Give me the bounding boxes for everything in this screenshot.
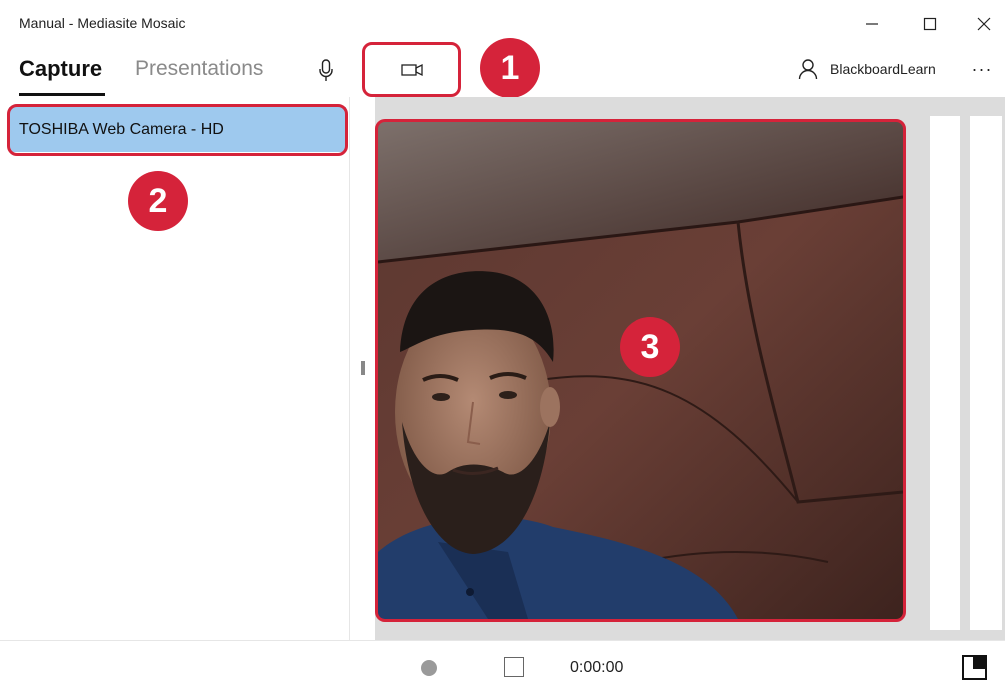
preview-side-panel (970, 116, 1002, 630)
annotation-badge-3: 3 (620, 317, 680, 377)
more-options-button[interactable]: ··· (966, 56, 998, 82)
audio-source-button[interactable] (306, 54, 346, 88)
camera-source-item[interactable]: TOSHIBA Web Camera - HD (9, 107, 346, 152)
annotation-badge-1: 1 (480, 38, 540, 98)
recording-timer: 0:00:00 (570, 659, 624, 676)
camera-source-label: TOSHIBA Web Camera - HD (19, 120, 224, 138)
tab-presentations[interactable]: Presentations (135, 57, 263, 81)
user-name[interactable]: BlackboardLearn (830, 61, 936, 77)
close-icon (977, 17, 991, 31)
annotation-badge-2: 2 (128, 171, 188, 231)
layout-icon (973, 657, 985, 669)
video-source-button[interactable] (362, 42, 461, 97)
layout-toggle-button[interactable] (962, 655, 987, 680)
stop-button[interactable] (504, 657, 524, 677)
user-icon[interactable] (798, 58, 818, 85)
bottom-toolbar (0, 640, 1005, 691)
panel-splitter-handle[interactable] (361, 361, 365, 375)
maximize-icon (923, 17, 937, 31)
close-button[interactable] (964, 8, 1004, 40)
minimize-button[interactable] (852, 8, 892, 40)
video-camera-icon (400, 63, 423, 76)
record-button[interactable] (421, 660, 437, 676)
minimize-icon (866, 23, 878, 25)
microphone-icon (319, 59, 333, 81)
preview-side-panel (930, 116, 960, 630)
maximize-button[interactable] (910, 8, 950, 40)
window-title: Manual - Mediasite Mosaic (19, 15, 186, 31)
tab-capture[interactable]: Capture (19, 56, 102, 82)
active-tab-indicator (19, 93, 105, 96)
